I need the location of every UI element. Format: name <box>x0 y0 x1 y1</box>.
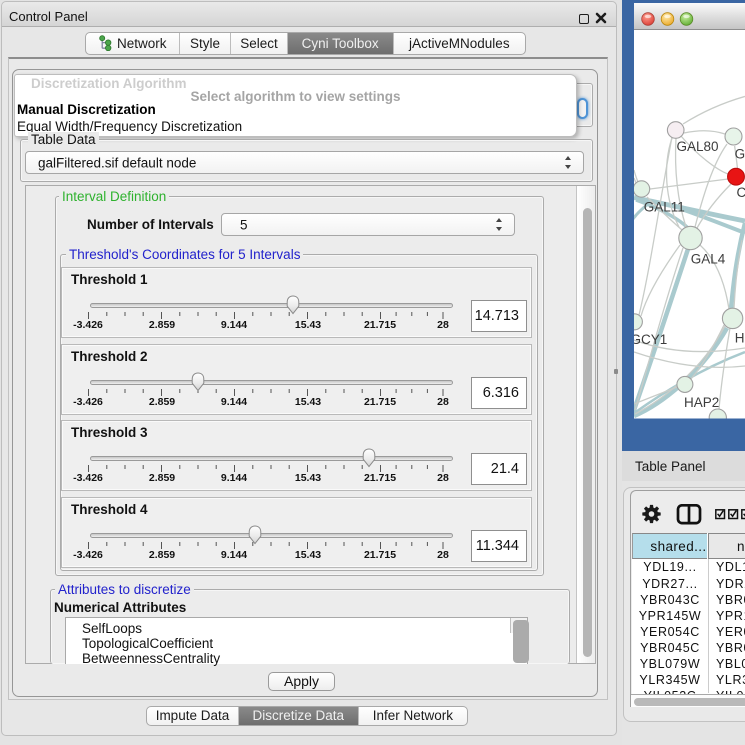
svg-text:GA: GA <box>735 147 745 162</box>
svg-text:GAL11: GAL11 <box>644 200 685 215</box>
svg-text:GCY1: GCY1 <box>631 332 668 347</box>
svg-text:HAP2: HAP2 <box>684 395 719 410</box>
svg-text:GAL4: GAL4 <box>691 252 726 267</box>
svg-text:H: H <box>735 331 745 346</box>
svg-text:C: C <box>737 185 745 200</box>
svg-text:GAL80: GAL80 <box>677 139 719 154</box>
